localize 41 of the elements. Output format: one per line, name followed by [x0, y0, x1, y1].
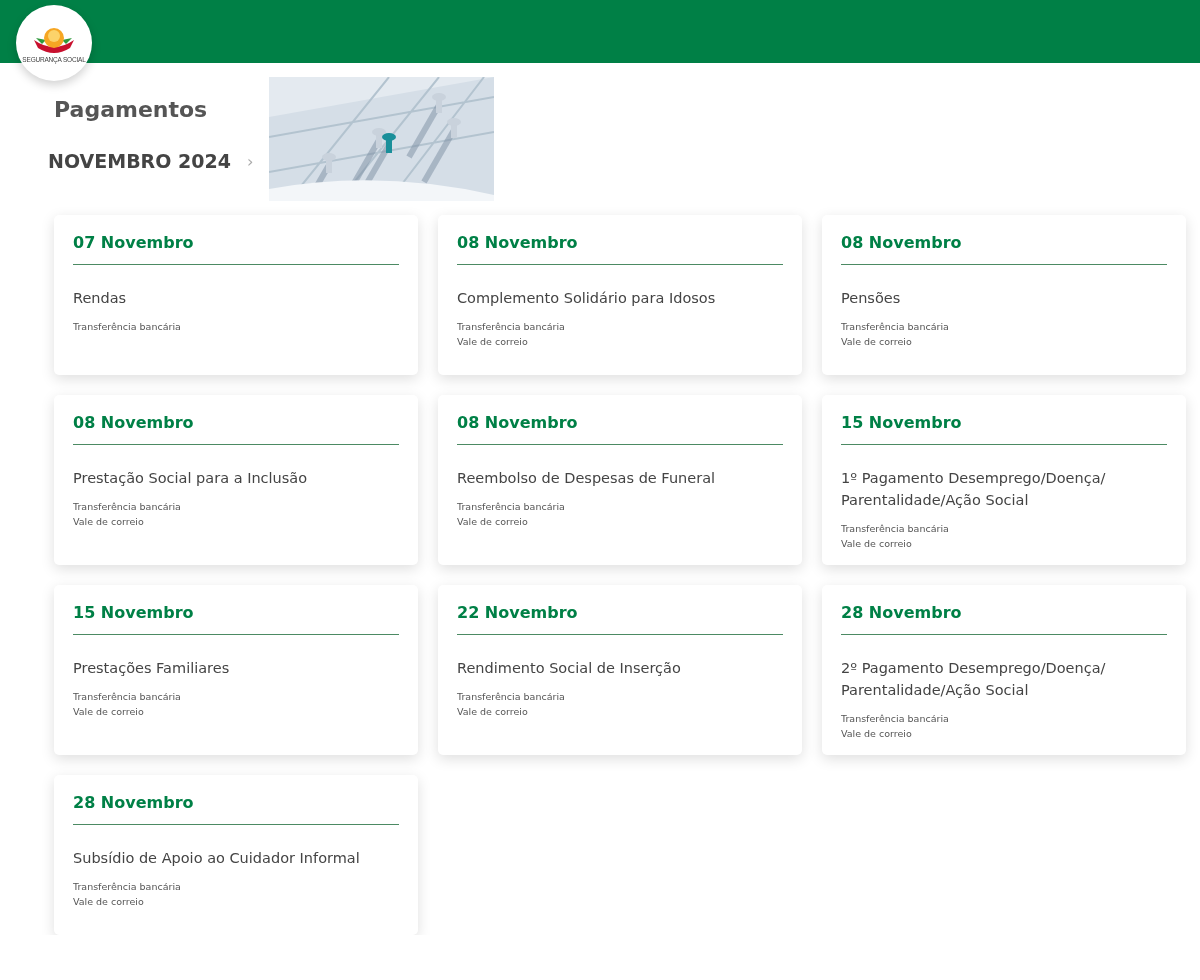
payment-title: Complemento Solidário para Idosos [457, 289, 717, 308]
payment-title: 2º Pagamento Desemprego/Doença/ Parentalidade/Ação Social [841, 659, 1107, 700]
page-title: Pagamentos [54, 97, 209, 122]
payment-method: Vale de correio [841, 728, 913, 739]
payment-date: 28 Novembro [73, 793, 399, 825]
payment-method: Transferência bancária [73, 881, 182, 892]
payment-date: 08 Novembro [457, 233, 783, 265]
payment-method: Transferência bancária [457, 501, 566, 512]
payment-date: 15 Novembro [73, 603, 399, 635]
payment-method: Vale de correio [457, 516, 529, 527]
payment-method: Transferência bancária [73, 691, 182, 702]
payment-date: 08 Novembro [457, 413, 783, 445]
payment-method: Vale de correio [73, 896, 145, 907]
payment-title: Reembolso de Despesas de Funeral [457, 469, 717, 488]
month-heading: NOVEMBRO 2024 [48, 150, 231, 172]
payment-method: Vale de correio [841, 336, 913, 347]
payment-title: Pensões [841, 289, 902, 308]
payment-date: 28 Novembro [841, 603, 1167, 635]
payment-method: Transferência bancária [841, 321, 950, 332]
payment-method: Vale de correio [841, 538, 913, 549]
payment-title: 1º Pagamento Desemprego/Doença/ Parentalidade/Ação Social [841, 469, 1107, 510]
payment-method: Vale de correio [457, 706, 529, 717]
payment-method: Transferência bancária [73, 321, 182, 332]
payment-date: 08 Novembro [841, 233, 1167, 265]
payment-date: 15 Novembro [841, 413, 1167, 445]
payment-date: 08 Novembro [73, 413, 399, 445]
payment-method: Transferência bancária [841, 523, 950, 534]
payment-method: Transferência bancária [457, 321, 566, 332]
payment-date: 22 Novembro [457, 603, 783, 635]
payment-title: Prestação Social para a Inclusão [73, 469, 309, 488]
payment-method: Transferência bancária [457, 691, 566, 702]
payment-method: Vale de correio [457, 336, 529, 347]
payment-title: Subsídio de Apoio ao Cuidador Informal [73, 849, 361, 868]
payment-title: Prestações Familiares [73, 659, 231, 678]
payment-method: Vale de correio [73, 706, 145, 717]
payment-method: Transferência bancária [73, 501, 182, 512]
payment-date: 07 Novembro [73, 233, 399, 265]
payment-method: Transferência bancária [841, 713, 950, 724]
payment-title: Rendas [73, 289, 128, 308]
payment-method: Vale de correio [73, 516, 145, 527]
payment-title: Rendimento Social de Inserção [457, 659, 682, 678]
